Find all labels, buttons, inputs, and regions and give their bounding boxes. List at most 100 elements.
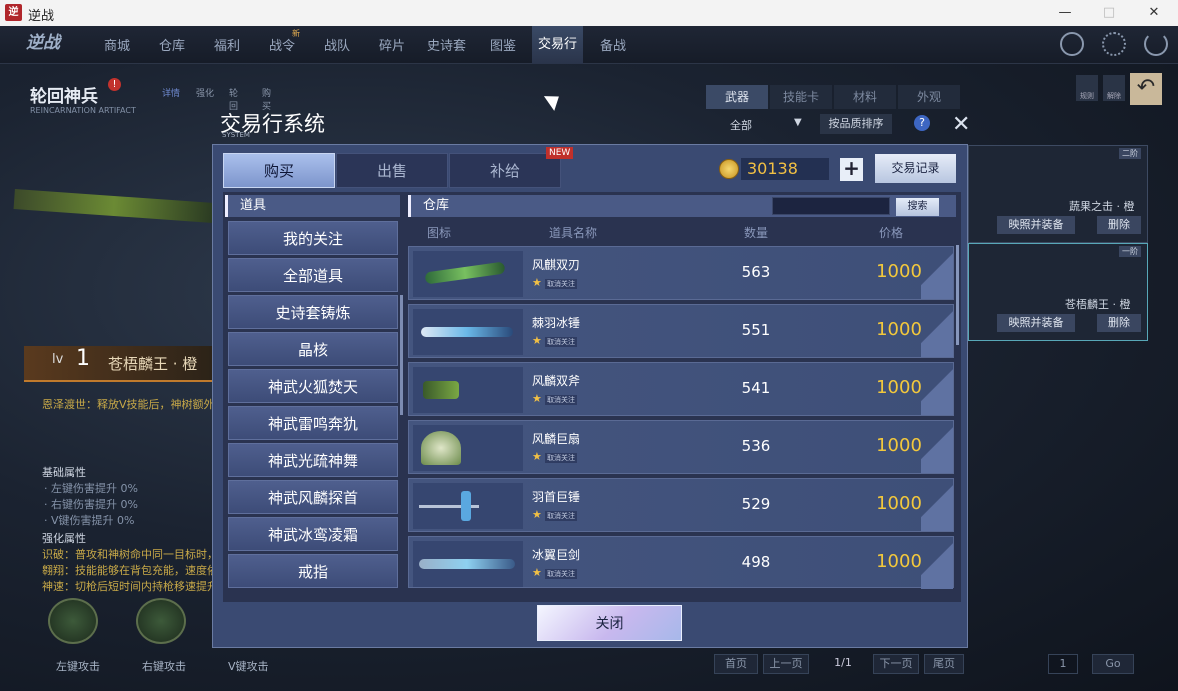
- row-corner-decoration: [921, 421, 953, 473]
- right-attack-icon[interactable]: [136, 598, 186, 644]
- category-item[interactable]: 史诗套铸炼: [228, 295, 398, 329]
- coin-icon: [719, 159, 739, 179]
- window-close-button[interactable]: ✕: [1132, 2, 1176, 24]
- unfollow-label[interactable]: 取消关注: [545, 569, 577, 579]
- weapon-card-2[interactable]: 一阶 苍梧麟王 · 橙 映照并装备 删除: [968, 243, 1148, 341]
- star-icon[interactable]: ★: [532, 334, 542, 347]
- tab-sell[interactable]: 出售: [336, 153, 448, 188]
- tab-weapons[interactable]: 武器: [706, 85, 768, 109]
- unfollow-label[interactable]: 取消关注: [545, 511, 577, 521]
- unfollow-label[interactable]: 取消关注: [545, 279, 577, 289]
- unfollow-label[interactable]: 取消关注: [545, 337, 577, 347]
- star-icon[interactable]: ★: [532, 508, 542, 521]
- weapon-name: 苍梧麟王 · 橙: [108, 355, 198, 373]
- prev-page-button[interactable]: 上一页: [763, 654, 809, 674]
- item-name: 风麟双斧: [532, 374, 581, 388]
- item-quantity: 551: [741, 321, 771, 339]
- category-scrollbar[interactable]: [400, 295, 403, 415]
- next-page-button[interactable]: 下一页: [873, 654, 919, 674]
- category-item[interactable]: 神武雷鸣奔犰: [228, 406, 398, 440]
- category-item[interactable]: 神武风麟探首: [228, 480, 398, 514]
- row-corner-decoration: [921, 363, 953, 415]
- table-row[interactable]: 风麒双刃 ★ 取消关注 563 1000: [408, 246, 954, 300]
- nav-item-prepare[interactable]: 备战: [600, 35, 626, 54]
- close-button[interactable]: 关闭: [537, 605, 682, 641]
- search-input[interactable]: [772, 197, 890, 215]
- close-icon[interactable]: ✕: [952, 112, 970, 137]
- nav-item-trade[interactable]: 交易行: [532, 26, 584, 64]
- delete-button[interactable]: 删除: [1097, 216, 1141, 234]
- nav-item-team[interactable]: 战队: [324, 35, 350, 54]
- strong-attr-2: 翱翔：技能能够在背包充能，速度依: [42, 564, 218, 577]
- item-image: [413, 541, 523, 587]
- maximize-button[interactable]: □: [1087, 2, 1131, 24]
- tab-skill-cards[interactable]: 技能卡: [770, 85, 832, 109]
- equip-button[interactable]: 映照并装备: [997, 216, 1075, 234]
- table-row[interactable]: 风麟双斧 ★ 取消关注 541 1000: [408, 362, 954, 416]
- category-item[interactable]: 戒指: [228, 554, 398, 588]
- tab-appearance[interactable]: 外观: [898, 85, 960, 109]
- help-icon[interactable]: ?: [914, 115, 930, 131]
- nav-item-codex[interactable]: 图鉴: [490, 35, 516, 54]
- table-row[interactable]: 风麟巨扇 ★ 取消关注 536 1000: [408, 420, 954, 474]
- filter-select[interactable]: 全部: [730, 117, 752, 133]
- category-item[interactable]: 神武冰鸾凌霜: [228, 517, 398, 551]
- star-icon[interactable]: ★: [532, 276, 542, 289]
- category-item[interactable]: 我的关注: [228, 221, 398, 255]
- table-row[interactable]: 羽首巨锤 ★ 取消关注 529 1000: [408, 478, 954, 532]
- row-corner-decoration: [921, 537, 953, 589]
- minimize-button[interactable]: —: [1043, 2, 1087, 24]
- trade-history-button[interactable]: 交易记录: [875, 154, 956, 183]
- radar-icon[interactable]: [1060, 32, 1084, 56]
- sort-button[interactable]: 按品质排序: [820, 114, 892, 134]
- star-icon[interactable]: ★: [532, 566, 542, 579]
- page-input[interactable]: 1: [1048, 654, 1078, 674]
- go-button[interactable]: Go: [1092, 654, 1134, 674]
- gear-icon[interactable]: [1102, 32, 1126, 56]
- first-page-button[interactable]: 首页: [714, 654, 758, 674]
- nav-item-storage[interactable]: 仓库: [159, 35, 185, 54]
- chevron-down-icon[interactable]: ▼: [794, 117, 802, 128]
- category-item[interactable]: 全部道具: [228, 258, 398, 292]
- nav-item-shop[interactable]: 商城: [104, 35, 130, 54]
- skill-description: 恩泽渡世：释放V技能后，神树额外: [42, 398, 215, 411]
- rules-button[interactable]: 规则: [1076, 75, 1098, 101]
- list-scrollbar[interactable]: [956, 245, 959, 345]
- tab-buy[interactable]: 购买: [223, 153, 335, 188]
- unfollow-label[interactable]: 取消关注: [545, 395, 577, 405]
- column-header-quantity: 数量: [744, 226, 769, 240]
- window-title: 逆战: [28, 9, 55, 24]
- tab-materials[interactable]: 材料: [834, 85, 896, 109]
- equip-button[interactable]: 映照并装备: [997, 314, 1075, 332]
- window-titlebar: 逆 逆战 — □ ✕: [0, 0, 1178, 26]
- category-item[interactable]: 神武光疏神舞: [228, 443, 398, 477]
- level-bar: lv 1 苍梧麟王 · 橙: [24, 346, 220, 382]
- tab-supply[interactable]: 补给: [449, 153, 561, 188]
- table-row[interactable]: 冰翼巨剑 ★ 取消关注 498 1000: [408, 536, 954, 589]
- add-coins-button[interactable]: +: [840, 158, 863, 181]
- back-icon[interactable]: ↶: [1130, 73, 1162, 105]
- nav-item-welfare[interactable]: 福利: [214, 35, 240, 54]
- nav-item-epic[interactable]: 史诗套: [427, 35, 466, 54]
- unlock-button[interactable]: 解除: [1103, 75, 1125, 101]
- level-number: 1: [76, 346, 90, 371]
- unfollow-label[interactable]: 取消关注: [545, 453, 577, 463]
- nav-item-fragments[interactable]: 碎片: [379, 35, 405, 54]
- category-item[interactable]: 神武火狐焚天: [228, 369, 398, 403]
- item-image: [413, 367, 523, 413]
- level-label: lv: [52, 352, 64, 367]
- enhance-tab[interactable]: 强化: [196, 86, 214, 99]
- category-item[interactable]: 晶核: [228, 332, 398, 366]
- star-icon[interactable]: ★: [532, 450, 542, 463]
- search-button[interactable]: 搜索: [896, 198, 939, 216]
- star-icon[interactable]: ★: [532, 392, 542, 405]
- item-quantity: 498: [741, 553, 771, 571]
- left-attack-icon[interactable]: [48, 598, 98, 644]
- power-icon[interactable]: [1144, 32, 1168, 56]
- delete-button[interactable]: 删除: [1097, 314, 1141, 332]
- detail-tab[interactable]: 详情: [162, 86, 180, 99]
- weapon-card-1[interactable]: 二阶 蔬果之击 · 橙 映照并装备 删除: [968, 145, 1148, 243]
- weapon-info-panel: 轮回神兵 ! REINCARNATION ARTIFACT 详情 强化 轮回 购…: [0, 66, 271, 691]
- last-page-button[interactable]: 尾页: [924, 654, 964, 674]
- table-row[interactable]: 棘羽冰锤 ★ 取消关注 551 1000: [408, 304, 954, 358]
